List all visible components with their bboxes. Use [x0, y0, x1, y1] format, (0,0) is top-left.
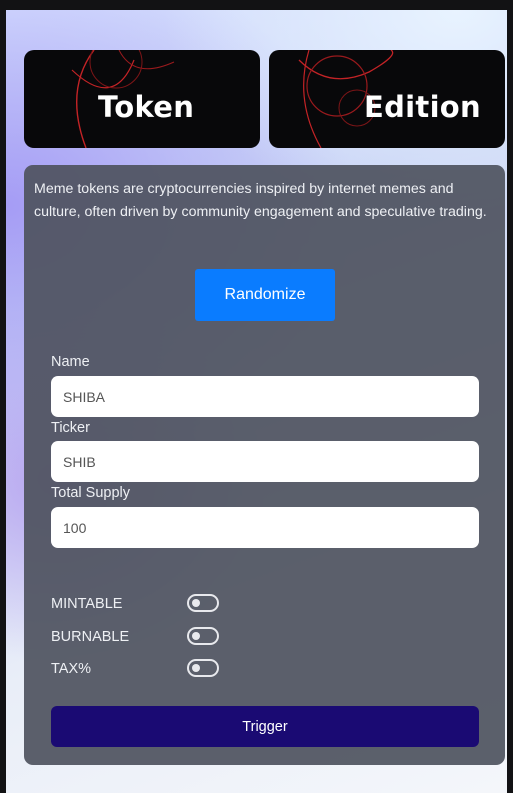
total-supply-label: Total Supply	[51, 485, 130, 501]
name-field[interactable]	[51, 376, 479, 417]
ticker-label: Ticker	[51, 420, 90, 436]
banner-title-edition: Edition	[364, 90, 481, 124]
toggle-knob	[192, 632, 200, 640]
tax-toggle[interactable]	[187, 659, 219, 677]
mintable-label: MINTABLE	[51, 596, 123, 612]
randomize-button[interactable]: Randomize	[195, 269, 335, 321]
trigger-button[interactable]: Trigger	[51, 706, 479, 747]
toggle-knob	[192, 664, 200, 672]
ticker-field[interactable]	[51, 441, 479, 482]
mintable-toggle[interactable]	[187, 594, 219, 612]
token-banner: Token	[24, 50, 260, 148]
name-label: Name	[51, 354, 90, 370]
mintable-row: MINTABLE	[51, 594, 251, 614]
burnable-toggle[interactable]	[187, 627, 219, 645]
toggle-knob	[192, 599, 200, 607]
burnable-row: BURNABLE	[51, 627, 251, 647]
app-background: Token Edition Meme tokens are cryptocurr…	[0, 0, 513, 793]
tax-label: TAX%	[51, 661, 92, 677]
tax-row: TAX%	[51, 659, 251, 679]
total-supply-field[interactable]	[51, 507, 479, 548]
token-form-panel: Meme tokens are cryptocurrencies inspire…	[24, 165, 505, 765]
description-text: Meme tokens are cryptocurrencies inspire…	[34, 181, 487, 220]
banner-title-token: Token	[98, 90, 195, 124]
edition-banner: Edition	[269, 50, 505, 148]
burnable-label: BURNABLE	[51, 629, 130, 645]
